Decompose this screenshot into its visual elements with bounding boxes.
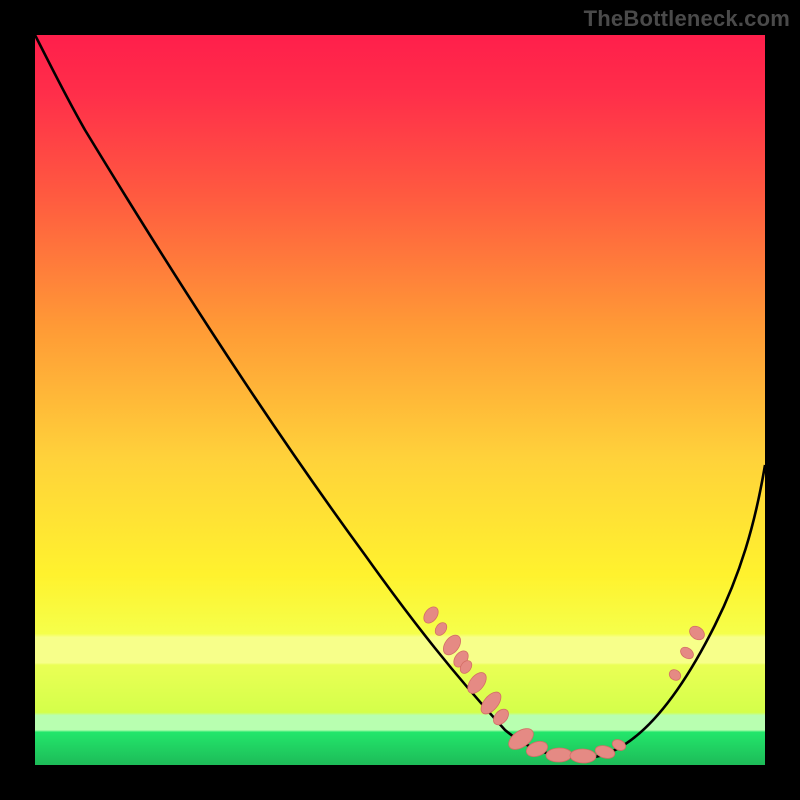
- bottleneck-curve: [35, 35, 765, 758]
- plot-area: [35, 35, 765, 765]
- curve-marker: [678, 645, 695, 661]
- watermark-text: TheBottleneck.com: [584, 6, 790, 32]
- chart-container: TheBottleneck.com: [0, 0, 800, 800]
- curve-marker: [464, 669, 490, 697]
- curve-marker: [667, 667, 683, 682]
- curve-marker: [421, 604, 441, 626]
- curve-layer: [35, 35, 765, 765]
- curve-marker: [546, 748, 572, 763]
- curve-marker: [433, 620, 449, 637]
- curve-marker: [570, 749, 596, 764]
- curve-marker: [687, 623, 707, 642]
